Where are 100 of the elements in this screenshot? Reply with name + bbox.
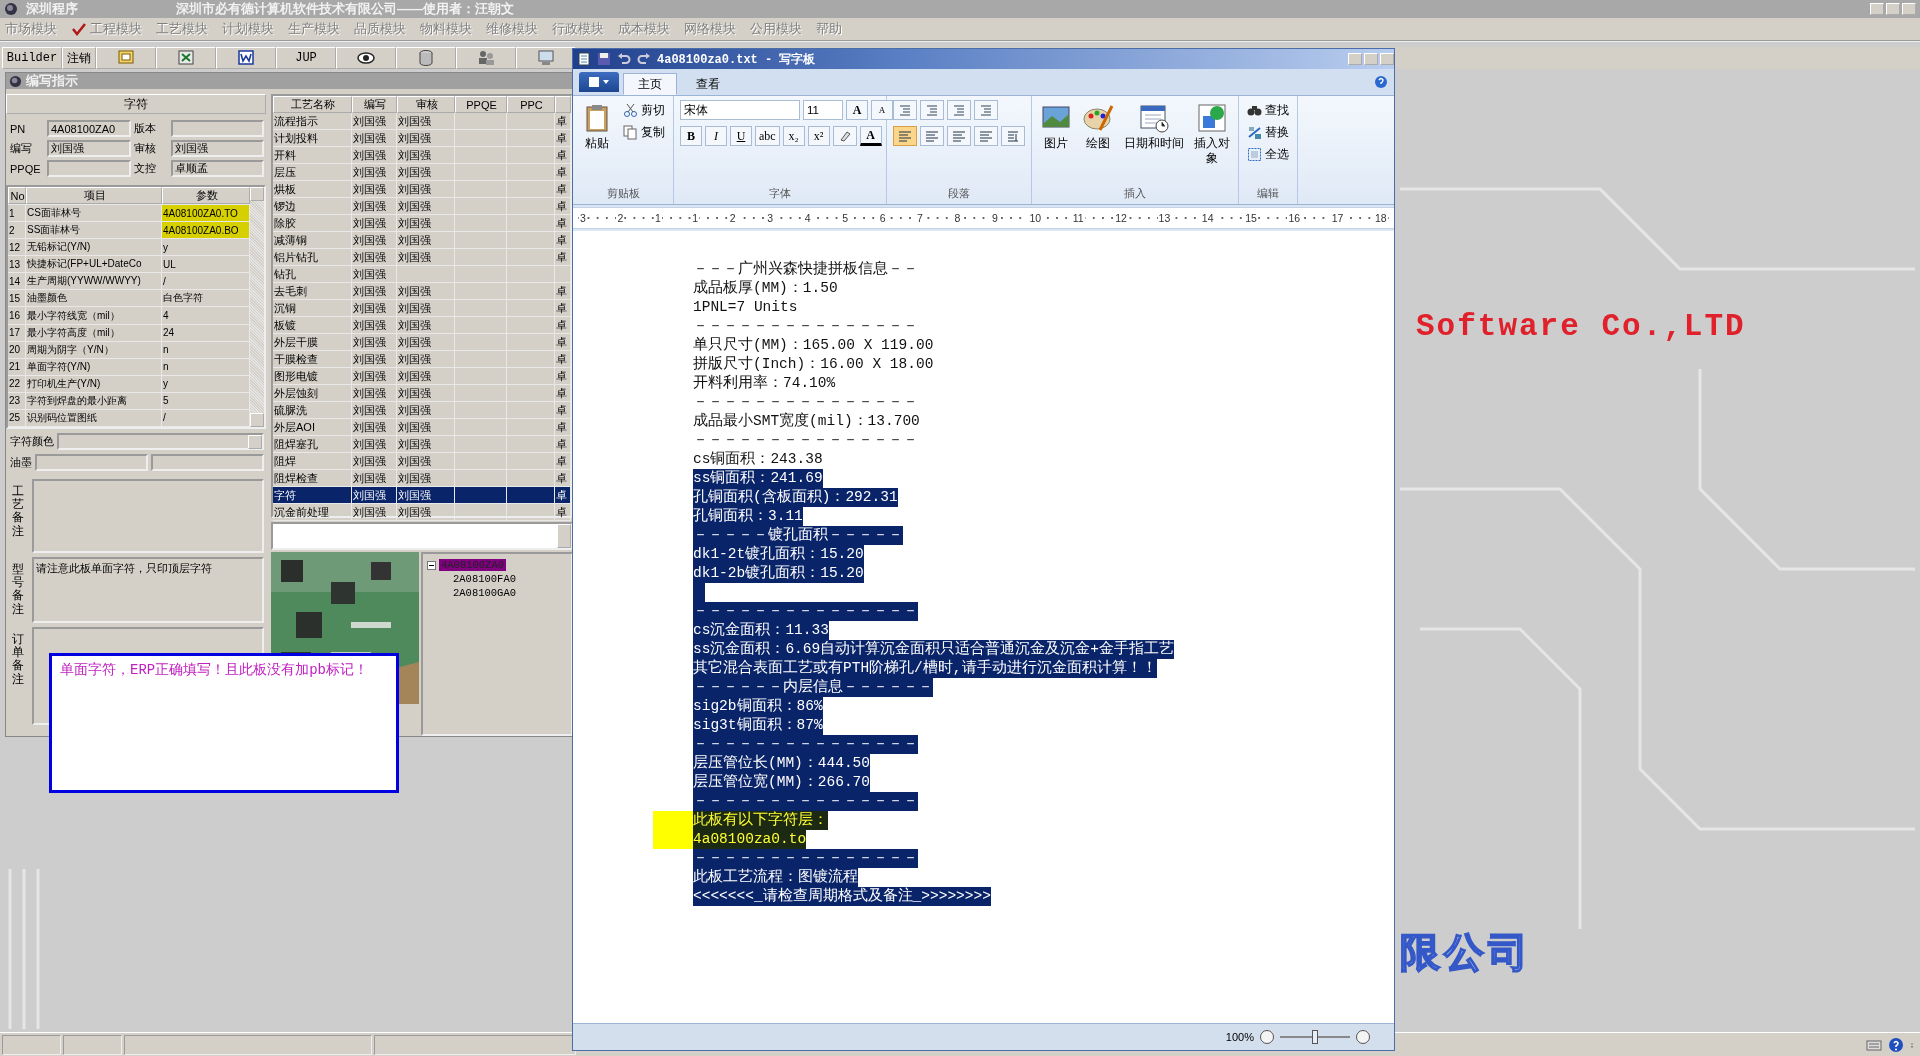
table-cell: 周期为阴字（Y/N）: [26, 341, 162, 358]
table-cell: 刘国强: [397, 164, 455, 181]
ruler-number: 3: [579, 212, 587, 224]
table-cell: 刘国强: [352, 130, 397, 147]
ruler-number: 7: [916, 212, 924, 224]
table-cell: 卓: [555, 368, 571, 385]
table-cell: 卓: [555, 113, 571, 130]
ruler-number: 14: [1200, 212, 1215, 224]
table-cell: 刘国强: [352, 419, 397, 436]
group-label: 编辑: [1256, 186, 1280, 201]
table-cell: 刘国强: [397, 385, 455, 402]
table-cell: 刘国强: [352, 351, 397, 368]
field-label: 审核: [134, 141, 157, 156]
ruler-number: 15: [1244, 212, 1258, 224]
table-cell: 阻焊: [273, 453, 352, 470]
memo-label: 订单备注: [11, 631, 25, 688]
table-cell: 12: [8, 239, 26, 256]
ruler-number: 3: [766, 212, 775, 224]
table-cell: 外层AOI: [273, 419, 352, 436]
table-cell: 卓: [555, 300, 571, 317]
table-cell: 识别码位置图纸: [26, 409, 162, 426]
table-cell: 刘国强: [352, 300, 397, 317]
table-cell: 硫脲洗: [273, 402, 352, 419]
alert-dialog: 单面字符，ERP正确填写！且此板没有加pb标记！: [49, 653, 399, 793]
table-cell: 16: [8, 307, 26, 324]
table-cell: 卓: [555, 283, 571, 300]
table-cell: 去毛刺: [273, 283, 352, 300]
table-cell: 1: [8, 205, 26, 222]
table-cell: 烘板: [273, 181, 352, 198]
table-cell: 图形电镀: [273, 368, 352, 385]
table-cell: 刘国强: [352, 232, 397, 249]
table-cell: 刘国强: [352, 453, 397, 470]
table-cell: 刘国强: [397, 402, 455, 419]
table-cell: 生产周期(YYWW/WWYY): [26, 273, 162, 290]
table-cell: 卓: [555, 232, 571, 249]
table-cell: 23: [8, 392, 26, 409]
window-title: 深圳市必有德计算机软件技术有限公司——使用者：汪朝文: [176, 0, 514, 18]
table-cell: 刘国强: [397, 300, 455, 317]
table-cell: 阻焊塞孔: [273, 436, 352, 453]
ruler-number: 16: [1287, 212, 1302, 224]
table-cell: 刘国强: [352, 402, 397, 419]
ruler-number: 11: [1071, 212, 1085, 224]
ruler-number: 1: [691, 212, 700, 224]
document-line: 拼版尺寸(Inch)：16.00 X 18.00: [693, 355, 934, 374]
group-label: 剪贴板: [605, 186, 641, 201]
table-cell: 沉铜: [273, 300, 352, 317]
table-cell: 刘国强: [397, 351, 455, 368]
table-cell: 刘国强: [397, 130, 455, 147]
document-line: －－－－－－－－－－－－－－－: [693, 317, 918, 336]
document-line: －－－－－－－－－－－－－－－: [693, 393, 918, 412]
ruler-number: 10: [1028, 212, 1043, 224]
window-title: 编写指示: [26, 72, 78, 90]
document-line: cs铜面积：243.38: [693, 450, 823, 469]
table-cell: 刘国强: [352, 436, 397, 453]
table-cell: 钻孔: [273, 266, 352, 283]
table-cell: 刘国强: [397, 249, 455, 266]
table-cell: 刘国强: [352, 113, 397, 130]
table-cell: 锣边: [273, 198, 352, 215]
table-cell: 17: [8, 324, 26, 341]
table-cell: 刘国强: [397, 113, 455, 130]
zoom-level: 100%: [1225, 1031, 1254, 1043]
group-label: 字体: [768, 186, 792, 201]
ruler-number: 1: [653, 212, 662, 224]
table-cell: 刘国强: [397, 368, 455, 385]
table-cell: 20: [8, 341, 26, 358]
table-cell: 刘国强: [397, 453, 455, 470]
table-cell: 刘国强: [352, 215, 397, 232]
document-line: 成品板厚(MM)：1.50: [693, 279, 838, 298]
table-cell: 卓: [555, 419, 571, 436]
table-cell: 15: [8, 290, 26, 307]
table-cell: 刘国强: [352, 385, 397, 402]
table-cell: 卓: [555, 402, 571, 419]
field-label: 文控: [134, 161, 157, 176]
table-cell: 卓: [555, 351, 571, 368]
table-cell: 刘国强: [397, 181, 455, 198]
ruler-number: 5: [841, 212, 849, 224]
table-cell: 铝片钻孔: [273, 249, 352, 266]
table-cell: 开料: [273, 147, 352, 164]
table-cell: 刘国强: [352, 283, 397, 300]
memo-label: 型号备注: [11, 561, 25, 618]
document-line: 成品最小SMT宽度(mil)：13.700: [693, 412, 920, 431]
table-cell: 油墨颜色: [26, 290, 162, 307]
table-cell: 刘国强: [352, 504, 397, 521]
table-cell: 21: [8, 358, 26, 375]
table-cell: 刘国强: [352, 181, 397, 198]
field-label: PPQE: [10, 162, 42, 175]
table-cell: 刘国强: [352, 334, 397, 351]
group-label: 插入: [1123, 186, 1147, 201]
table-cell: 卓: [555, 453, 571, 470]
table-cell: 刘国强: [352, 249, 397, 266]
table-cell: 刘国强: [397, 504, 455, 521]
table-cell: 刘国强: [397, 436, 455, 453]
table-cell: 干膜检查: [273, 351, 352, 368]
ruler-number: 13: [1157, 212, 1172, 224]
table-cell: 刘国强: [397, 147, 455, 164]
table-cell: 减薄铜: [273, 232, 352, 249]
table-cell: 计划投料: [273, 130, 352, 147]
table-cell: 卓: [555, 164, 571, 181]
company-name: 限公司: [1400, 929, 1532, 976]
table-cell: 单面字符(Y/N): [26, 358, 162, 375]
